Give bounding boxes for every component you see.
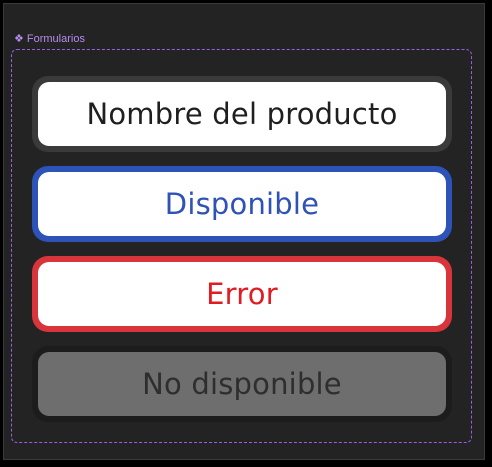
component-set-label[interactable]: ❖ Formularios: [14, 32, 85, 45]
error-field-text: Error: [206, 277, 278, 311]
component-set-name: Formularios: [26, 32, 85, 45]
field-disabled-wrapper: No disponible: [32, 346, 452, 422]
disabled-field-text: No disponible: [142, 367, 342, 401]
error-field[interactable]: Error: [38, 262, 446, 326]
component-diamond-icon: ❖: [14, 32, 24, 45]
disabled-field: No disponible: [38, 352, 446, 416]
field-available-wrapper[interactable]: Disponible: [32, 166, 452, 242]
field-error-wrapper[interactable]: Error: [32, 256, 452, 332]
field-default-wrapper[interactable]: Nombre del producto: [32, 76, 452, 152]
available-field[interactable]: Disponible: [38, 172, 446, 236]
product-name-field[interactable]: Nombre del producto: [38, 82, 446, 146]
product-name-field-text: Nombre del producto: [86, 97, 398, 131]
available-field-text: Disponible: [164, 187, 320, 221]
